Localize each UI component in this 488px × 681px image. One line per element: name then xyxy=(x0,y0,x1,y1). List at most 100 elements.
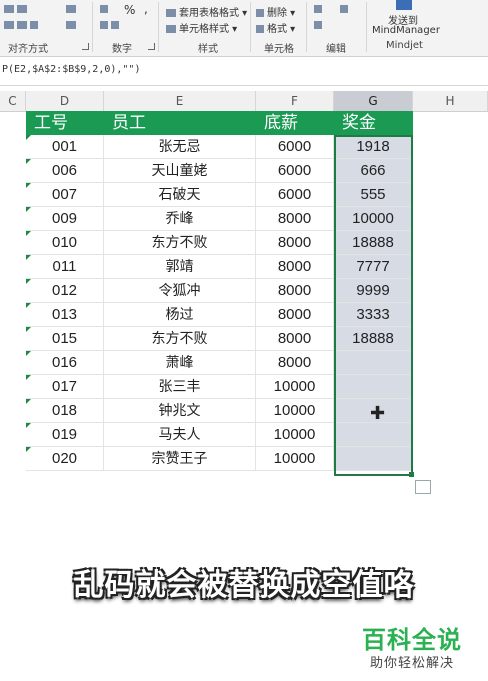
cell-bonus[interactable]: 10000 xyxy=(334,207,413,231)
cell-id[interactable]: 018 xyxy=(26,399,104,423)
percent-button[interactable]: % xyxy=(124,3,135,17)
table-format-label: 套用表格格式 ▾ xyxy=(179,8,248,19)
ribbon: % , 套用表格格式 ▾ 单元格样式 ▾ 删除 ▾ 格式 ▾ 发送到 MindM… xyxy=(0,0,488,57)
cell-salary[interactable]: 6000 xyxy=(256,159,334,183)
cell-salary[interactable]: 8000 xyxy=(256,207,334,231)
cell-id[interactable]: 007 xyxy=(26,183,104,207)
ribbon-divider xyxy=(306,2,307,52)
comma-button[interactable]: , xyxy=(144,2,148,16)
group-mindjet: Mindjet xyxy=(386,40,423,51)
cell-employee[interactable]: 杨过 xyxy=(104,303,256,327)
cell-id[interactable]: 012 xyxy=(26,279,104,303)
cell-bonus[interactable]: 18888 xyxy=(334,327,413,351)
column-header-g[interactable]: G xyxy=(334,91,413,111)
merge-cells-icon[interactable] xyxy=(66,20,79,31)
cell-employee[interactable]: 钟兆文 xyxy=(104,399,256,423)
cell-id[interactable]: 017 xyxy=(26,375,104,399)
cell-bonus[interactable]: 3333 xyxy=(334,303,413,327)
cell-bonus[interactable]: 1918 xyxy=(334,135,413,159)
cell-id[interactable]: 015 xyxy=(26,327,104,351)
table-format-button[interactable]: 套用表格格式 ▾ xyxy=(166,4,247,19)
cell-bonus[interactable]: 9999 xyxy=(334,279,413,303)
cell-bonus[interactable] xyxy=(334,375,413,399)
cell-id[interactable]: 019 xyxy=(26,423,104,447)
cell-id[interactable]: 013 xyxy=(26,303,104,327)
format-button[interactable]: 格式 ▾ xyxy=(256,20,295,35)
header-cell-bonus[interactable]: 奖金 xyxy=(334,111,413,135)
cell-employee[interactable]: 石破天 xyxy=(104,183,256,207)
cell-salary[interactable]: 6000 xyxy=(256,135,334,159)
header-cell-id[interactable]: 工号 xyxy=(26,111,104,135)
cell-bonus[interactable]: 18888 xyxy=(334,231,413,255)
currency-icon[interactable] xyxy=(100,4,111,15)
delete-button[interactable]: 删除 ▾ xyxy=(256,4,295,19)
cell-id[interactable]: 006 xyxy=(26,159,104,183)
cell-employee[interactable]: 马夫人 xyxy=(104,423,256,447)
group-cells: 单元格 xyxy=(264,44,294,55)
cell-style-label: 单元格样式 ▾ xyxy=(179,24,238,35)
mindmanager-icon[interactable] xyxy=(396,0,412,10)
cell-employee[interactable]: 张无忌 xyxy=(104,135,256,159)
indent-icon[interactable] xyxy=(4,20,41,31)
alignment-launcher-icon[interactable] xyxy=(82,43,89,50)
ribbon-divider xyxy=(92,2,93,52)
cell-id[interactable]: 011 xyxy=(26,255,104,279)
cell-employee[interactable]: 天山童姥 xyxy=(104,159,256,183)
cell-employee[interactable]: 宗赞王子 xyxy=(104,447,256,471)
cell-employee[interactable]: 东方不败 xyxy=(104,231,256,255)
cell-id[interactable]: 016 xyxy=(26,351,104,375)
group-number: 数字 xyxy=(112,44,132,55)
fill-handle[interactable] xyxy=(409,472,414,477)
decimal-icon[interactable] xyxy=(100,20,122,31)
cell-id[interactable]: 010 xyxy=(26,231,104,255)
cell-salary[interactable]: 8000 xyxy=(256,303,334,327)
cell-bonus[interactable]: 555 xyxy=(334,183,413,207)
cell-salary[interactable]: 10000 xyxy=(256,423,334,447)
header-cell-salary[interactable]: 底薪 xyxy=(256,111,334,135)
cell-salary[interactable]: 10000 xyxy=(256,375,334,399)
cell-bonus[interactable]: 666 xyxy=(334,159,413,183)
cell-bonus[interactable] xyxy=(334,351,413,375)
fill-icon[interactable] xyxy=(314,4,325,15)
cell-employee[interactable]: 萧峰 xyxy=(104,351,256,375)
column-header-f[interactable]: F xyxy=(256,91,334,111)
formula-bar[interactable]: P(E2,$A$2:$B$9,2,0),"") xyxy=(0,57,488,86)
column-header-d[interactable]: D xyxy=(26,91,104,111)
column-header-c[interactable]: C xyxy=(0,91,26,111)
cell-employee[interactable]: 张三丰 xyxy=(104,375,256,399)
mindmanager-label[interactable]: MindManager xyxy=(372,25,440,36)
cell-salary[interactable]: 10000 xyxy=(256,399,334,423)
cell-employee[interactable]: 东方不败 xyxy=(104,327,256,351)
find-icon[interactable] xyxy=(340,4,351,15)
watermark-subtitle: 助你轻松解决 xyxy=(370,656,455,671)
align-left-icon[interactable] xyxy=(4,4,30,15)
cell-id[interactable]: 020 xyxy=(26,447,104,471)
ribbon-divider xyxy=(366,2,367,52)
cell-id[interactable]: 009 xyxy=(26,207,104,231)
cell-salary[interactable]: 10000 xyxy=(256,447,334,471)
paste-options-icon[interactable] xyxy=(415,480,431,494)
cell-bonus[interactable] xyxy=(334,447,413,471)
cell-employee[interactable]: 令狐冲 xyxy=(104,279,256,303)
cell-salary[interactable]: 8000 xyxy=(256,231,334,255)
cell-salary[interactable]: 8000 xyxy=(256,279,334,303)
cell-style-button[interactable]: 单元格样式 ▾ xyxy=(166,20,237,35)
cell-employee[interactable]: 郭靖 xyxy=(104,255,256,279)
video-caption: 乱码就会被替换成空值咯 xyxy=(73,568,415,603)
wrap-text-icon[interactable] xyxy=(66,4,79,15)
clear-icon[interactable] xyxy=(314,20,325,31)
cell-salary[interactable]: 8000 xyxy=(256,351,334,375)
cell-bonus[interactable] xyxy=(334,423,413,447)
cell-salary[interactable]: 6000 xyxy=(256,183,334,207)
column-header-e[interactable]: E xyxy=(104,91,256,111)
ribbon-divider xyxy=(250,2,251,52)
number-launcher-icon[interactable] xyxy=(148,43,155,50)
column-header-h[interactable]: H xyxy=(413,91,488,111)
cell-salary[interactable]: 8000 xyxy=(256,327,334,351)
cell-bonus[interactable]: 7777 xyxy=(334,255,413,279)
formula-text[interactable]: P(E2,$A$2:$B$9,2,0),"") xyxy=(2,64,140,75)
cell-salary[interactable]: 8000 xyxy=(256,255,334,279)
header-cell-employee[interactable]: 员工 xyxy=(104,111,256,135)
cell-id[interactable]: 001 xyxy=(26,135,104,159)
cell-employee[interactable]: 乔峰 xyxy=(104,207,256,231)
